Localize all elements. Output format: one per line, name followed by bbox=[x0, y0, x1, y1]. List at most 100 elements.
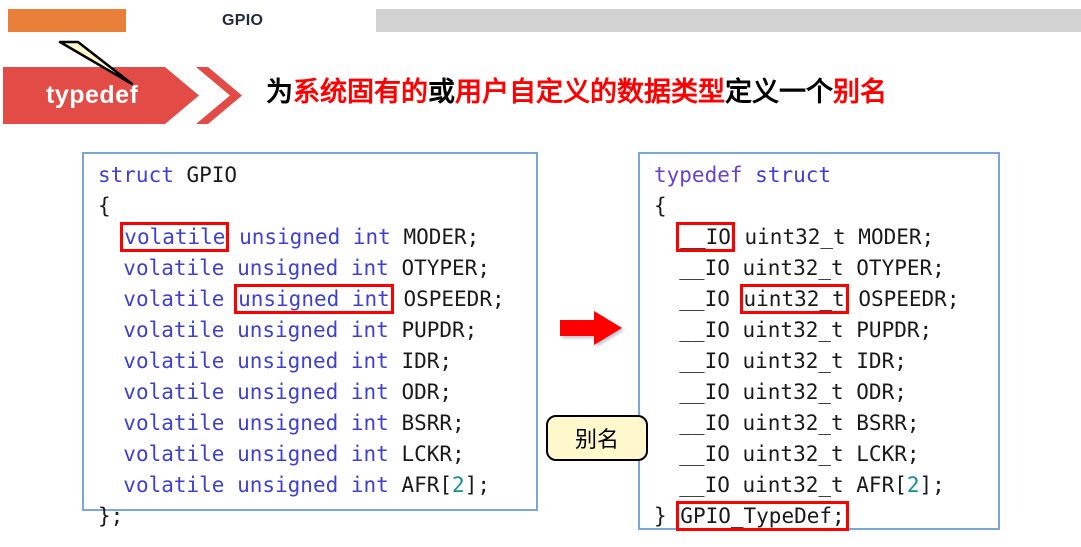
code-line: { bbox=[98, 191, 505, 222]
headline-segment-1: 系统固有的 bbox=[293, 77, 428, 108]
code-token: __IO uint32_t OTYPER; bbox=[654, 256, 945, 280]
code-line: volatile unsigned int MODER; bbox=[98, 222, 505, 253]
code-token: __IO bbox=[654, 287, 743, 311]
code-token: volatile unsigned int bbox=[123, 411, 389, 435]
code-line: volatile unsigned int BSRR; bbox=[98, 408, 505, 439]
code-token: OTYPER; bbox=[388, 256, 490, 280]
transform-arrow-icon bbox=[560, 311, 622, 345]
code-token: 2 bbox=[452, 473, 465, 497]
code-lines-right: typedef struct { __IO uint32_t MODER; __I… bbox=[654, 160, 959, 532]
code-line: volatile unsigned int ODR; bbox=[98, 377, 505, 408]
code-line: __IO uint32_t PUPDR; bbox=[654, 315, 959, 346]
banner-headline: 为系统固有的或用户自定义的数据类型定义一个别名 bbox=[266, 74, 887, 112]
code-token-highlighted: uint32_t bbox=[739, 284, 849, 314]
code-line: typedef struct bbox=[654, 160, 959, 191]
code-token: __IO uint32_t AFR[ bbox=[654, 473, 907, 497]
code-line: volatile unsigned int IDR; bbox=[98, 346, 505, 377]
code-token: MODER; bbox=[390, 225, 480, 249]
code-token: GPIO bbox=[173, 163, 238, 187]
code-line: { bbox=[654, 191, 959, 222]
code-line: struct GPIO bbox=[98, 160, 505, 191]
code-line: volatile unsigned int LCKR; bbox=[98, 439, 505, 470]
callout-pointer-icon bbox=[58, 40, 134, 86]
code-block-typedef-gpio: typedef struct { __IO uint32_t MODER; __I… bbox=[638, 152, 1000, 532]
code-token: volatile unsigned int bbox=[123, 256, 389, 280]
header-accent-bar-orange bbox=[8, 9, 126, 32]
code-token: volatile unsigned int bbox=[123, 318, 389, 342]
header-accent-bar-gray bbox=[376, 9, 1081, 32]
code-token: OSPEEDR; bbox=[845, 287, 960, 311]
code-lines-left: struct GPIO { volatile unsigned int MODER… bbox=[98, 160, 505, 532]
headline-segment-3: 用户自定义的数据类型 bbox=[455, 77, 725, 108]
code-line: volatile unsigned int OTYPER; bbox=[98, 253, 505, 284]
code-line: __IO uint32_t IDR; bbox=[654, 346, 959, 377]
headline-segment-0: 为 bbox=[266, 77, 293, 108]
code-line: volatile unsigned int AFR[2]; bbox=[98, 470, 505, 501]
code-token: IDR; bbox=[388, 349, 453, 373]
code-token: AFR[ bbox=[388, 473, 453, 497]
headline-segment-2: 或 bbox=[428, 77, 455, 108]
code-line: __IO uint32_t AFR[2]; bbox=[654, 470, 959, 501]
code-token: struct bbox=[98, 163, 174, 187]
code-line: volatile unsigned int OSPEEDR; bbox=[98, 284, 505, 315]
code-line: __IO uint32_t OTYPER; bbox=[654, 253, 959, 284]
code-line: __IO uint32_t ODR; bbox=[654, 377, 959, 408]
arrow-head bbox=[594, 311, 622, 345]
code-token: ]; bbox=[919, 473, 945, 497]
code-token: uint32_t MODER; bbox=[731, 225, 935, 249]
code-token: __IO uint32_t LCKR; bbox=[654, 442, 920, 466]
code-token: OSPEEDR; bbox=[390, 287, 505, 311]
code-block-struct-gpio: struct GPIO { volatile unsigned int MODER… bbox=[82, 152, 538, 528]
code-line: volatile unsigned int PUPDR; bbox=[98, 315, 505, 346]
code-token-highlighted: __IO bbox=[676, 222, 735, 252]
callout-alias: 别名 bbox=[546, 415, 648, 461]
code-line: } GPIO_TypeDef; bbox=[654, 501, 959, 532]
chevron-right-icon bbox=[196, 67, 242, 124]
code-token: volatile unsigned int bbox=[123, 473, 389, 497]
code-token: volatile bbox=[123, 287, 225, 311]
code-token: volatile unsigned int bbox=[123, 349, 389, 373]
callout-label: 别名 bbox=[574, 428, 619, 453]
code-token: LCKR; bbox=[388, 442, 465, 466]
code-token: { bbox=[98, 194, 111, 218]
code-token-highlighted: unsigned int bbox=[234, 284, 394, 314]
code-token: } bbox=[654, 504, 680, 528]
code-token: { bbox=[654, 194, 667, 218]
code-line: __IO uint32_t OSPEEDR; bbox=[654, 284, 959, 315]
code-line: __IO uint32_t LCKR; bbox=[654, 439, 959, 470]
code-token: ]; bbox=[464, 473, 490, 497]
code-line: __IO uint32_t MODER; bbox=[654, 222, 959, 253]
code-token: 2 bbox=[906, 473, 920, 497]
code-token: PUPDR; bbox=[388, 318, 478, 342]
code-token: __IO uint32_t PUPDR; bbox=[654, 318, 933, 342]
code-token: __IO uint32_t ODR; bbox=[654, 380, 907, 404]
code-token: BSRR; bbox=[388, 411, 465, 435]
code-token: }; bbox=[98, 504, 124, 528]
code-token-highlighted: GPIO_TypeDef; bbox=[676, 501, 849, 531]
code-token: volatile unsigned int bbox=[123, 442, 389, 466]
headline-segment-5: 别名 bbox=[833, 77, 887, 108]
code-token: __IO uint32_t IDR; bbox=[654, 349, 907, 373]
code-token: unsigned int bbox=[239, 225, 391, 249]
headline-segment-4: 定义一个 bbox=[725, 77, 833, 108]
code-token-highlighted: volatile bbox=[120, 222, 230, 252]
code-token: ODR; bbox=[388, 380, 453, 404]
arrow-shaft bbox=[560, 320, 598, 336]
code-token: __IO uint32_t BSRR; bbox=[654, 411, 920, 435]
code-line: __IO uint32_t BSRR; bbox=[654, 408, 959, 439]
code-token: volatile unsigned int bbox=[123, 380, 389, 404]
code-line: }; bbox=[98, 501, 505, 532]
